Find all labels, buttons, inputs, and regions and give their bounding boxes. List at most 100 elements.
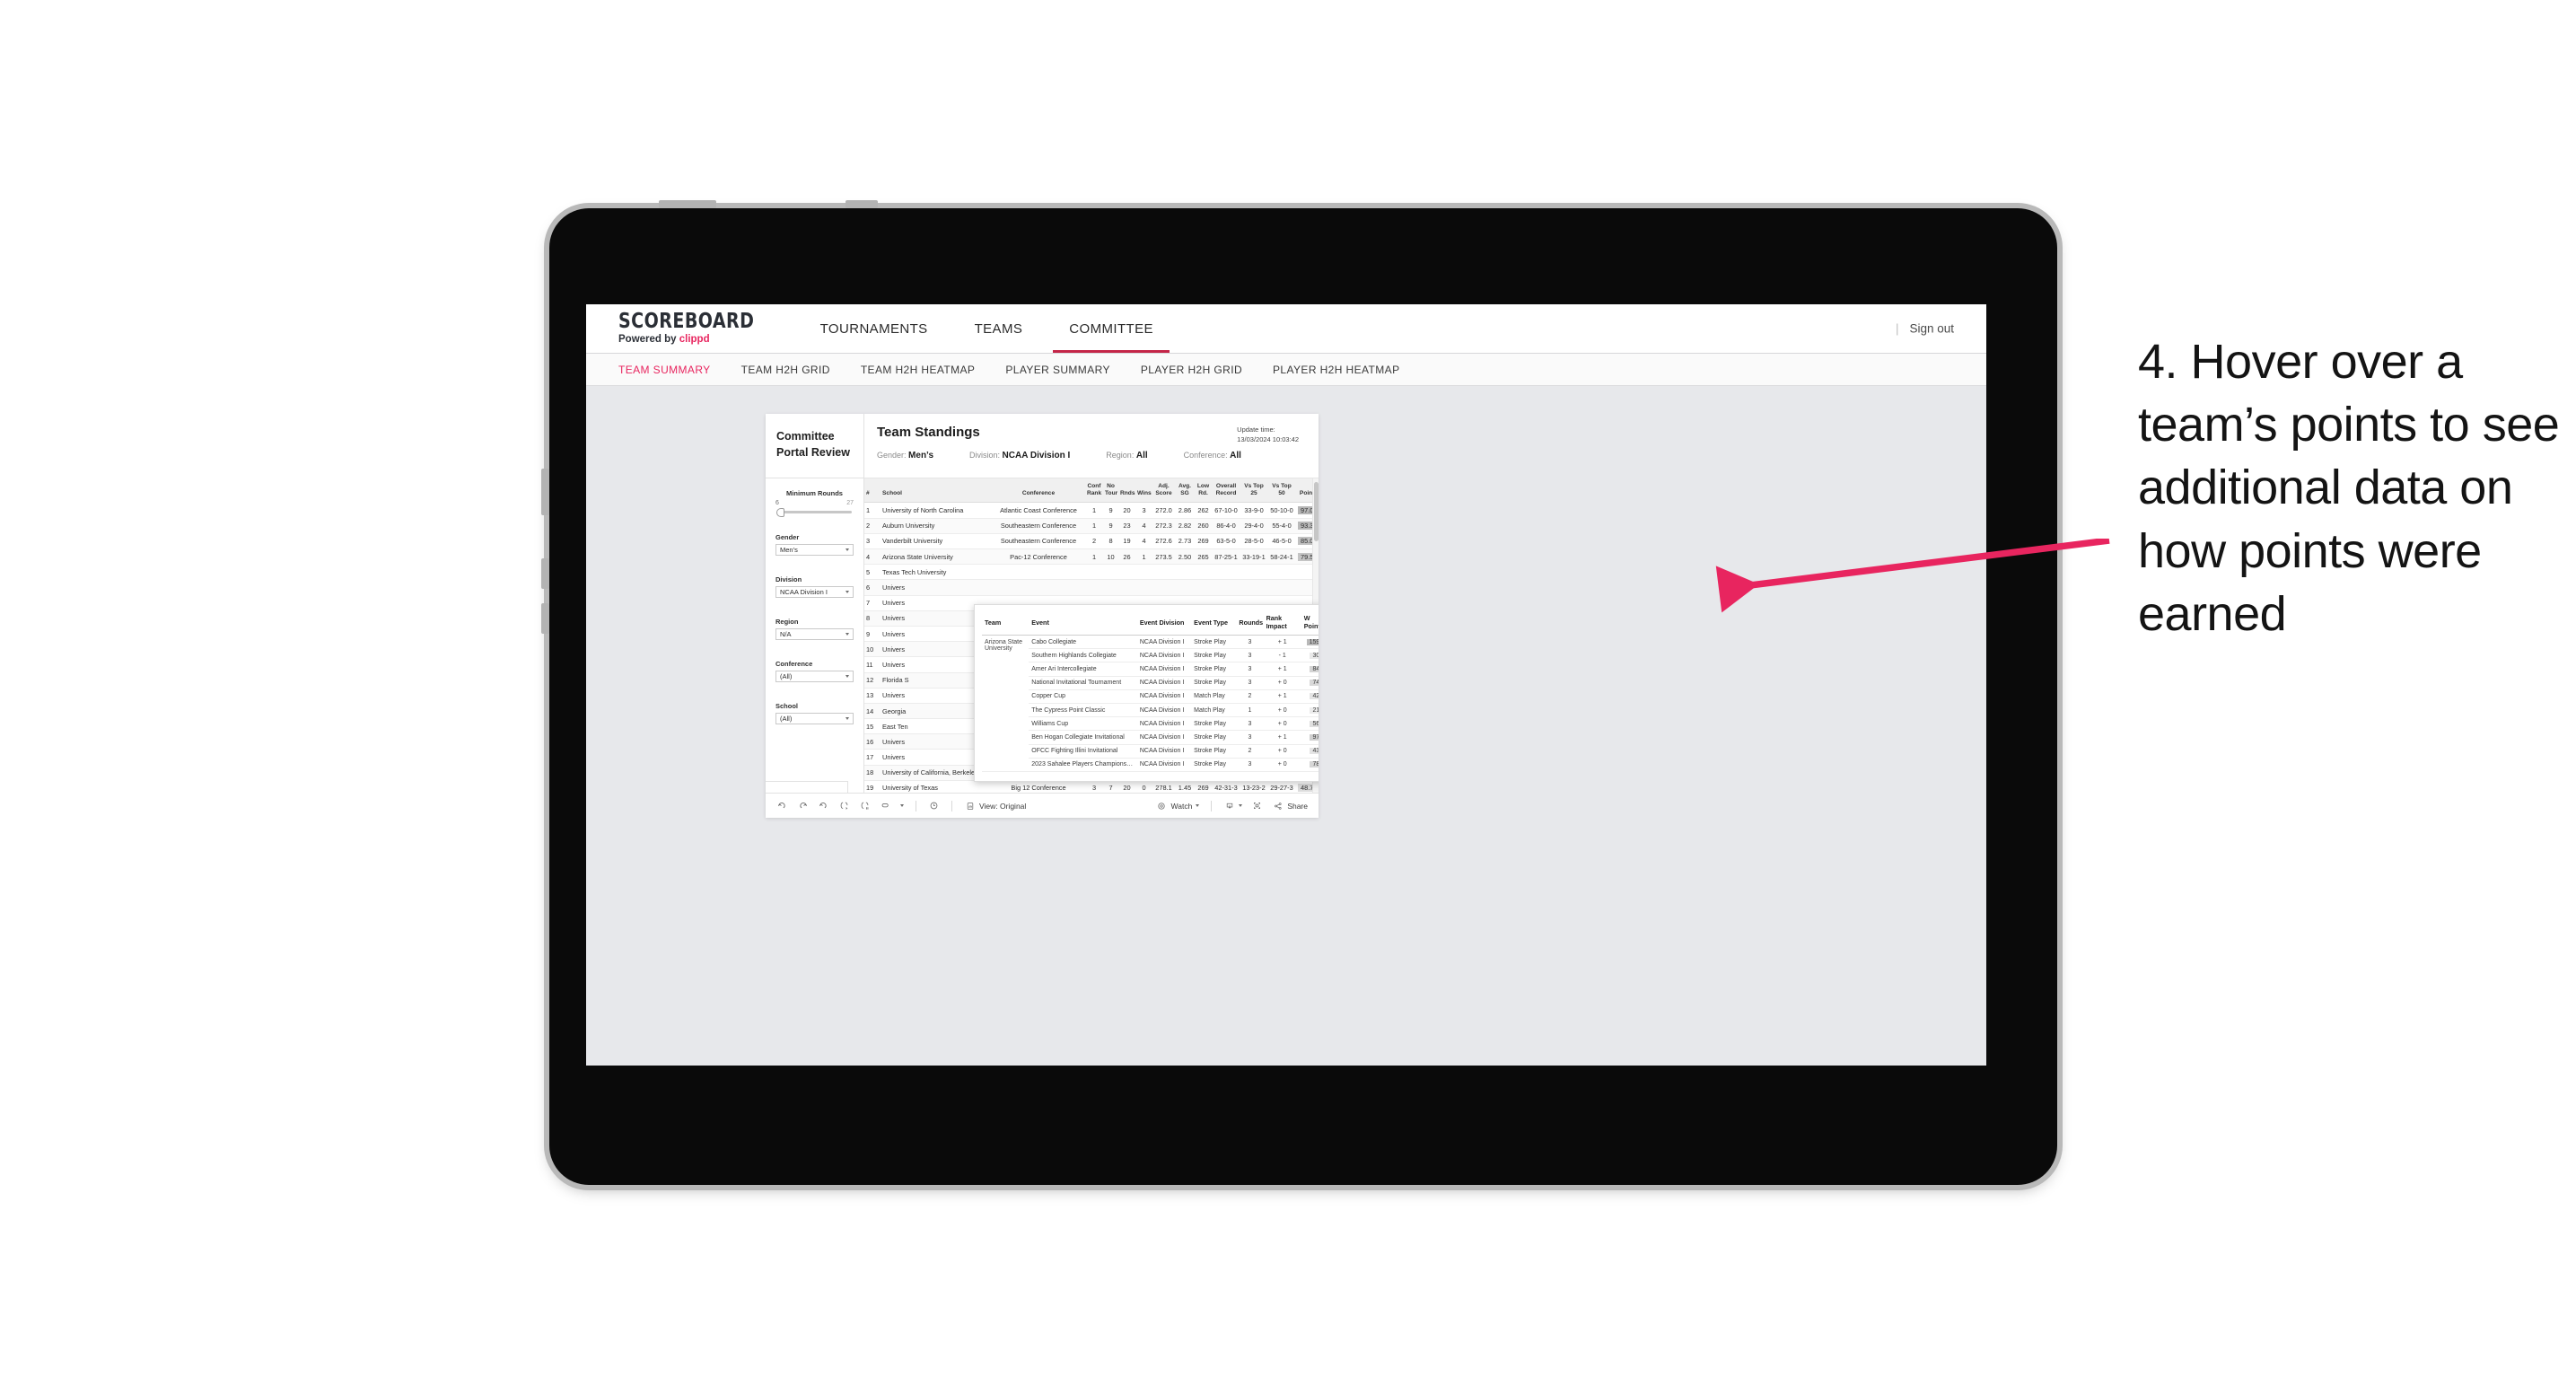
tip-cell-rank-impact: + 0 <box>1263 703 1301 718</box>
cell-adj-score: 272.0 <box>1152 502 1175 519</box>
pause-updates-icon[interactable] <box>859 800 871 811</box>
tab-player-summary[interactable]: PLAYER SUMMARY <box>1005 364 1110 376</box>
col-conference[interactable]: Conference <box>992 478 1085 504</box>
tip-cell-event-type: Stroke Play <box>1191 662 1237 677</box>
cell-vs-top-50: 46-5-0 <box>1267 533 1296 550</box>
cell-rnds <box>1118 579 1135 596</box>
col-overall-record[interactable]: Overall Record <box>1212 478 1240 504</box>
tip-col-event: Event <box>1029 611 1137 636</box>
cell-low-rd: 265 <box>1195 548 1212 566</box>
table-scrollbar-thumb[interactable] <box>1314 482 1319 541</box>
cell-overall-record: 63-5-0 <box>1212 533 1240 550</box>
col-rank[interactable]: # <box>864 478 881 504</box>
cell-rank: 17 <box>864 749 881 766</box>
tab-player-h2h-heatmap[interactable]: PLAYER H2H HEATMAP <box>1273 364 1399 376</box>
tip-cell-w-points: 78.51 <box>1301 758 1319 772</box>
col-low-rd[interactable]: Low Rd. <box>1195 478 1212 504</box>
cell-wins: 4 <box>1135 533 1152 550</box>
update-time: Update time: 13/03/2024 10:03:42 <box>1237 425 1299 445</box>
watch-chevron-down-icon[interactable] <box>1196 804 1200 807</box>
cell-wins: 0 <box>1135 780 1152 793</box>
device-button-side-2 <box>541 558 549 589</box>
cell-no-tour: 7 <box>1103 780 1118 793</box>
col-adj-score[interactable]: Adj. Score <box>1152 478 1175 504</box>
refresh-data-icon[interactable] <box>838 800 850 811</box>
gender-value: Men’s <box>780 546 798 554</box>
share-icon <box>1272 800 1284 811</box>
cell-low-rd <box>1195 579 1212 596</box>
table-row[interactable]: 1 University of North Carolina Atlantic Co… <box>864 502 1319 519</box>
nav-item-teams[interactable]: TEAMS <box>951 304 1047 353</box>
redo-icon[interactable] <box>797 800 809 811</box>
conference-select[interactable]: (All) <box>775 671 854 682</box>
cell-conf-rank: 1 <box>1085 518 1103 534</box>
tab-player-h2h-grid[interactable]: PLAYER H2H GRID <box>1141 364 1242 376</box>
division-select[interactable]: NCAA Division I <box>775 586 854 598</box>
table-row[interactable]: 3 Vanderbilt University Southeastern Confe… <box>864 533 1319 550</box>
col-vs-top-25[interactable]: Vs Top 25 <box>1240 478 1267 504</box>
cell-conf-rank: 3 <box>1085 780 1103 793</box>
tab-team-h2h-grid[interactable]: TEAM H2H GRID <box>741 364 830 376</box>
cell-vs-top-50 <box>1267 564 1296 581</box>
cell-avg-sg <box>1175 564 1195 581</box>
cell-conf-rank: 2 <box>1085 533 1103 550</box>
cell-conference: Atlantic Coast Conference <box>992 502 1085 519</box>
annotation-arrow <box>1715 539 2110 613</box>
tab-team-summary[interactable]: TEAM SUMMARY <box>618 364 711 376</box>
history-icon[interactable] <box>928 800 940 811</box>
tip-cell-w-points: 97.61 <box>1301 730 1319 745</box>
nav-item-committee[interactable]: COMMITTEE <box>1046 304 1177 353</box>
chevron-down-icon <box>846 675 849 678</box>
applied-filter-region: Region: All <box>1106 451 1147 461</box>
minimum-rounds-slider-handle[interactable] <box>776 507 784 517</box>
tooltip-row: Williams Cup NCAA Division I Stroke Play 3 +… <box>982 716 1319 732</box>
tooltip-row: Arizona State University Cabo Collegiate N… <box>982 635 1319 772</box>
fullscreen-icon[interactable] <box>1251 800 1263 811</box>
col-vs-top-50[interactable]: Vs Top 50 <box>1267 478 1296 504</box>
table-row[interactable]: 6 Univers <box>864 579 1319 596</box>
revert-icon[interactable] <box>818 800 829 811</box>
nav-item-tournaments[interactable]: TOURNAMENTS <box>797 304 951 353</box>
col-rnds[interactable]: Rnds <box>1118 478 1135 504</box>
tip-cell-rank-impact: + 0 <box>1263 744 1301 759</box>
cell-rank: 7 <box>864 595 881 611</box>
sign-out-button[interactable]: Sign out <box>1909 322 1954 336</box>
table-row[interactable]: 2 Auburn University Southeastern Conferenc… <box>864 518 1319 534</box>
download-button[interactable] <box>1223 800 1243 811</box>
school-select[interactable]: (All) <box>775 713 854 724</box>
brand-name: SCOREBOARD <box>618 310 755 334</box>
download-chevron-down-icon[interactable] <box>1239 804 1243 807</box>
view-shape-chevron-down-icon[interactable] <box>900 804 904 807</box>
col-no-tour[interactable]: No Tour <box>1103 478 1118 504</box>
col-wins[interactable]: Wins <box>1135 478 1152 504</box>
region-select[interactable]: N/A <box>775 628 854 640</box>
table-row[interactable]: 5 Texas Tech University <box>864 564 1319 581</box>
gender-select[interactable]: Men’s <box>775 544 854 556</box>
watch-button[interactable]: Watch <box>1156 800 1200 811</box>
tip-cell-w-points: 74.65 <box>1301 676 1319 690</box>
col-conf-rank[interactable]: Conf Rank <box>1085 478 1103 504</box>
tab-team-h2h-heatmap[interactable]: TEAM H2H HEATMAP <box>861 364 976 376</box>
table-row[interactable]: 19 University of Texas Big 12 Conference 3 7… <box>864 780 1319 793</box>
view-original-button[interactable]: View: Original <box>964 800 1026 811</box>
cell-conference: Southeastern Conference <box>992 533 1085 550</box>
cell-vs-top-25 <box>1240 564 1267 581</box>
sign-out-area: | Sign out <box>1896 322 1954 336</box>
tip-cell-event-type: Match Play <box>1191 689 1237 704</box>
cell-rank: 14 <box>864 703 881 720</box>
undo-icon[interactable] <box>776 800 788 811</box>
applied-filter-division-value: NCAA Division I <box>1002 451 1071 461</box>
tooltip-table-head: Team Event Event Division Event Type Rou… <box>982 611 1319 636</box>
cell-overall-record <box>1212 579 1240 596</box>
view-shape-icon[interactable] <box>880 800 891 811</box>
share-button[interactable]: Share <box>1272 800 1308 811</box>
standings-header-row: # School Conference Conf Rank No Tour Rn… <box>864 478 1319 504</box>
tip-cell-event: Copper Cup <box>1029 689 1137 704</box>
col-avg-sg[interactable]: Avg. SG <box>1175 478 1195 504</box>
standings-table-wrapper: # School Conference Conf Rank No Tour Rn… <box>864 478 1319 793</box>
minimum-rounds-slider[interactable] <box>776 507 852 517</box>
table-row[interactable]: 4 Arizona State University Pac-12 Conferen… <box>864 548 1319 566</box>
tip-col-event-type: Event Type <box>1191 611 1237 636</box>
col-school[interactable]: School <box>881 478 992 504</box>
filter-rail: Committee Portal Review Minimum Rounds 6… <box>766 414 864 793</box>
